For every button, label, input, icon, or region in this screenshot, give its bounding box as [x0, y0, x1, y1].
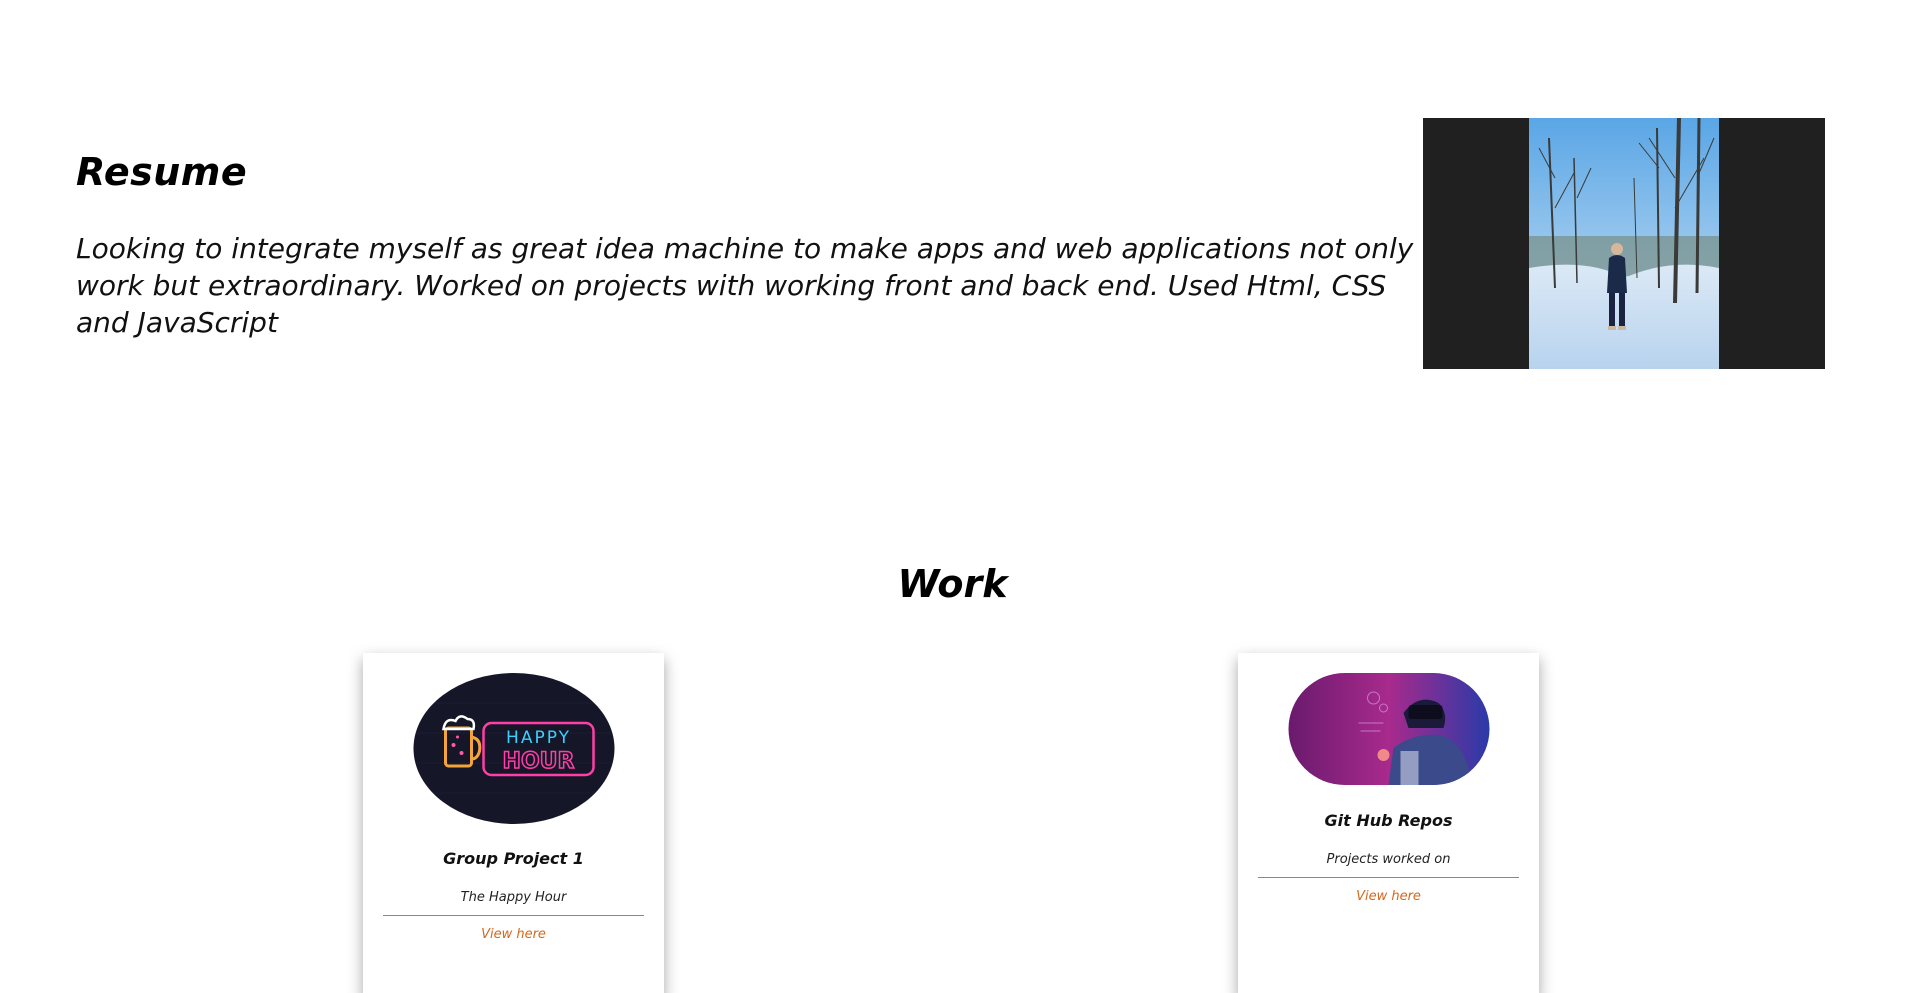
resume-summary: Looking to integrate myself as great ide…: [76, 232, 1414, 339]
view-here-link[interactable]: View here: [363, 927, 664, 942]
profile-photo: [1529, 118, 1719, 369]
resume-heading: Resume: [76, 150, 248, 194]
card-subtitle: The Happy Hour: [460, 890, 567, 905]
card-divider: [1258, 877, 1519, 878]
card-divider: [383, 915, 644, 916]
work-heading: Work: [897, 562, 1008, 606]
view-here-link[interactable]: View here: [1238, 889, 1539, 904]
profile-photo-frame: [1423, 118, 1825, 369]
hour-text: HOUR: [502, 749, 574, 774]
vr-user-image: [1288, 673, 1489, 785]
project-card-group-project-1: HAPPY HOUR Group Project 1 The Happy Hou…: [363, 653, 664, 993]
page: Resume Looking to integrate myself as gr…: [0, 0, 1905, 993]
card-title: Group Project 1: [443, 849, 584, 868]
card-title: Git Hub Repos: [1324, 811, 1453, 830]
happy-hour-image: HAPPY HOUR: [413, 673, 614, 824]
project-card-git-hub-repos: Git Hub Repos Projects worked on View he…: [1238, 653, 1539, 993]
card-subtitle: Projects worked on: [1326, 852, 1451, 867]
happy-text: HAPPY: [506, 728, 571, 748]
